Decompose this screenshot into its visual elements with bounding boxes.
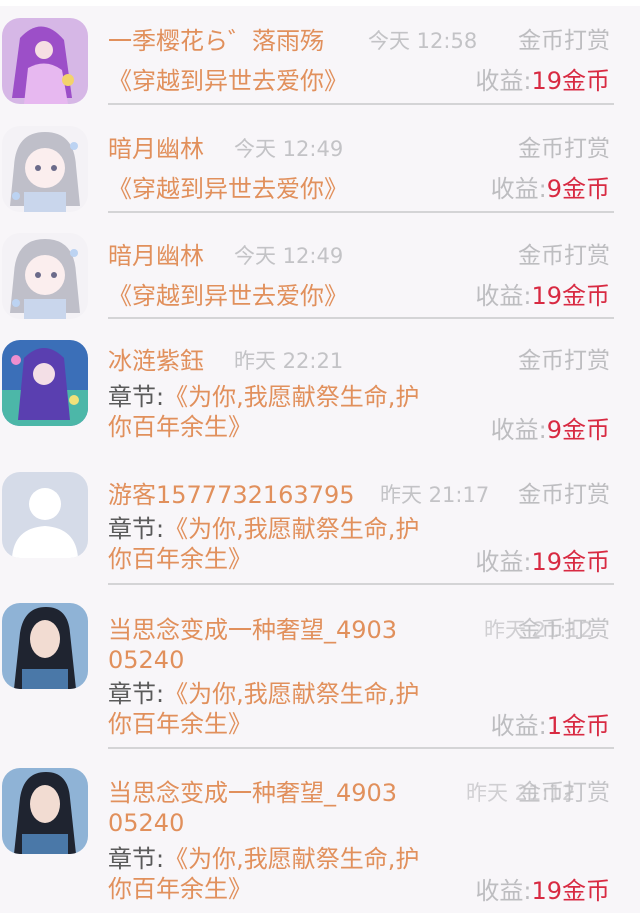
reward-record-row[interactable]: 暗月幽林 今天 12:49 金币打赏 《穿越到异世去爱你》 收益:19金币 — [0, 233, 640, 323]
earnings-label: 收益: — [490, 175, 547, 203]
user-name[interactable]: 暗月幽林 — [108, 134, 204, 164]
reward-type: 金币打赏 — [518, 617, 610, 643]
timestamp: 昨天 22:21 — [234, 349, 344, 373]
reward-type: 金币打赏 — [518, 136, 610, 162]
book-title[interactable]: 《穿越到异世去爱你》 — [108, 174, 348, 204]
reward-type: 金币打赏 — [518, 482, 610, 508]
reward-record-row[interactable]: 一季樱花ら゛落雨殇 今天 12:58 金币打赏 《穿越到异世去爱你》 收益:19… — [0, 18, 640, 108]
earnings-label: 收益: — [490, 712, 547, 740]
user-name[interactable]: 暗月幽林 — [108, 241, 204, 271]
book-title[interactable]: 《穿越到异世去爱你》 — [108, 281, 348, 311]
user-name[interactable]: 当思念变成一种奢望_490305240 — [108, 615, 408, 675]
chapter-info[interactable]: 章节:《为你,我愿献祭生命,护你百年余生》 — [108, 679, 438, 739]
row-divider — [108, 747, 614, 749]
earnings-value: 1金币 — [546, 712, 610, 740]
reward-type: 金币打赏 — [518, 780, 610, 806]
earnings: 收益:19金币 — [475, 547, 610, 577]
earnings: 收益:19金币 — [475, 876, 610, 906]
earnings: 收益:1金币 — [491, 711, 610, 741]
timestamp: 今天 12:49 — [234, 137, 344, 161]
earnings-value: 9金币 — [546, 175, 610, 203]
earnings-value: 9金币 — [546, 416, 610, 444]
row-divider — [108, 317, 614, 319]
reward-record-row[interactable]: 冰涟紫鈺 昨天 22:21 金币打赏 章节:《为你,我愿献祭生命,护你百年余生》… — [0, 340, 640, 452]
user-name[interactable]: 一季樱花ら゛落雨殇 — [108, 26, 324, 56]
earnings-value: 19金币 — [531, 877, 610, 905]
photo-girl-avatar[interactable] — [2, 603, 88, 689]
chibi-girl-avatar[interactable] — [2, 126, 88, 212]
chapter-prefix: 章节: — [108, 680, 165, 708]
chapter-prefix: 章节: — [108, 845, 165, 873]
earnings-value: 19金币 — [531, 282, 610, 310]
chapter-info[interactable]: 章节:《为你,我愿献祭生命,护你百年余生》 — [108, 514, 438, 574]
earnings: 收益:9金币 — [491, 174, 610, 204]
user-name[interactable]: 当思念变成一种奢望_490305240 — [108, 778, 408, 838]
earnings: 收益:19金币 — [475, 66, 610, 96]
default-user-avatar[interactable] — [2, 472, 88, 558]
user-name[interactable]: 冰涟紫鈺 — [108, 346, 204, 376]
reward-type: 金币打赏 — [518, 243, 610, 269]
reward-type: 金币打赏 — [518, 28, 610, 54]
chibi-girl-avatar[interactable] — [2, 233, 88, 319]
row-divider — [108, 583, 614, 585]
reward-type: 金币打赏 — [518, 348, 610, 374]
purple-fairy-avatar[interactable] — [2, 18, 88, 104]
timestamp: 今天 12:49 — [234, 244, 344, 268]
earnings-value: 19金币 — [531, 548, 610, 576]
earnings: 收益:9金币 — [491, 415, 610, 445]
chapter-info[interactable]: 章节:《为你,我愿献祭生命,护你百年余生》 — [108, 382, 438, 442]
timestamp: 昨天 21:17 — [380, 483, 490, 507]
row-divider — [108, 211, 614, 213]
blue-anime-girl-avatar[interactable] — [2, 340, 88, 426]
chapter-info[interactable]: 章节:《为你,我愿献祭生命,护你百年余生》 — [108, 844, 438, 904]
reward-record-row[interactable]: 游客1577732163795 昨天 21:17 金币打赏 章节:《为你,我愿献… — [0, 472, 640, 592]
reward-record-row[interactable]: 暗月幽林 今天 12:49 金币打赏 《穿越到异世去爱你》 收益:9金币 — [0, 126, 640, 216]
earnings: 收益:19金币 — [475, 281, 610, 311]
row-divider — [108, 103, 614, 105]
timestamp: 今天 12:58 — [368, 29, 478, 53]
earnings-value: 19金币 — [531, 67, 610, 95]
earnings-label: 收益: — [475, 877, 532, 905]
status-bar-strip — [0, 0, 640, 6]
reward-record-row[interactable]: 当思念变成一种奢望_490305240 昨天 21:12 金币打赏 章节:《为你… — [0, 768, 640, 913]
earnings-label: 收益: — [475, 548, 532, 576]
chapter-prefix: 章节: — [108, 515, 165, 543]
reward-record-row[interactable]: 当思念变成一种奢望_490305240 昨天 21:12 金币打赏 章节:《为你… — [0, 603, 640, 753]
earnings-label: 收益: — [490, 416, 547, 444]
earnings-label: 收益: — [475, 282, 532, 310]
earnings-label: 收益: — [475, 67, 532, 95]
book-title[interactable]: 《穿越到异世去爱你》 — [108, 66, 348, 96]
photo-girl-avatar[interactable] — [2, 768, 88, 854]
chapter-prefix: 章节: — [108, 383, 165, 411]
user-name[interactable]: 游客1577732163795 — [108, 480, 355, 510]
